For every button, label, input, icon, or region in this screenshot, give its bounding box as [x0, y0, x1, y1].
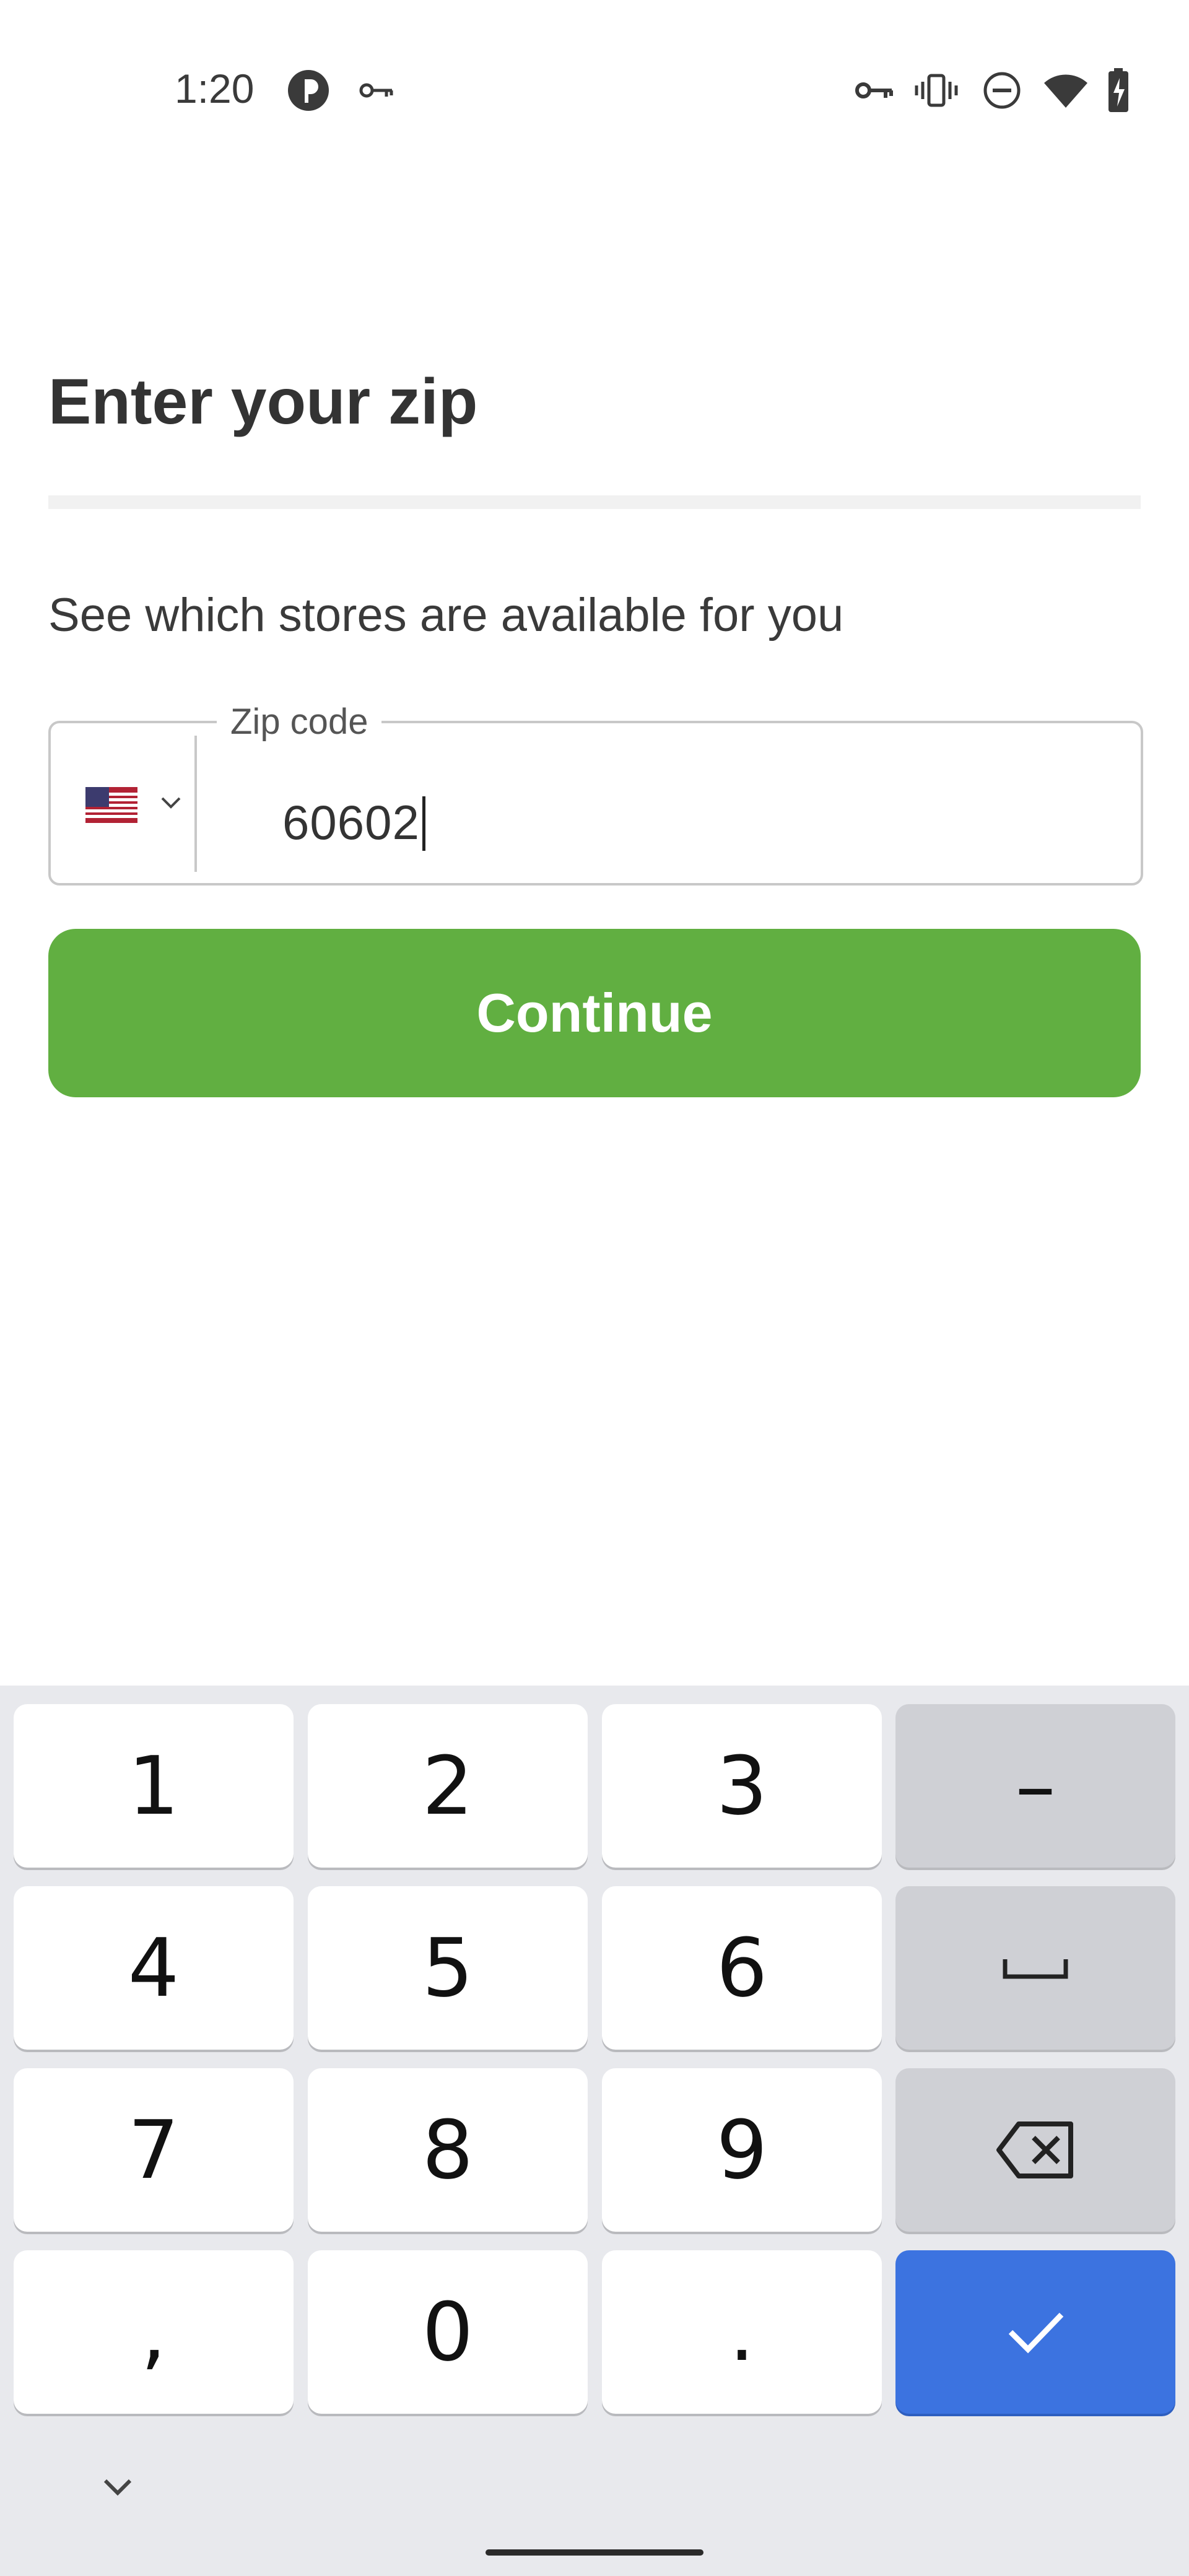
- key-backspace[interactable]: [895, 2068, 1175, 2232]
- key-9[interactable]: 9: [602, 2068, 882, 2232]
- keyboard-hide-icon[interactable]: [93, 2471, 142, 2508]
- text-cursor: [422, 796, 425, 851]
- backspace-icon: [995, 2119, 1076, 2181]
- page-subtitle: See which stores are available for you: [48, 589, 844, 642]
- zip-code-input[interactable]: [282, 793, 1087, 852]
- key-label: 0: [422, 2285, 474, 2379]
- zip-code-field: Zip code: [48, 701, 1143, 886]
- assistant-icon: [286, 68, 331, 116]
- home-indicator[interactable]: [486, 2549, 703, 2556]
- key-5[interactable]: 5: [308, 1886, 588, 2050]
- us-flag-icon: [85, 787, 137, 823]
- status-bar: 1:20: [0, 0, 1189, 186]
- do-not-disturb-icon: [982, 71, 1022, 113]
- vpn-key-icon: [855, 78, 894, 106]
- vibrate-icon: [914, 72, 959, 112]
- key-0[interactable]: 0: [308, 2250, 588, 2414]
- numeric-keyboard: 1 2 3 – 4 5 6 7 8 9, 0.: [0, 1686, 1189, 2576]
- key-label: 1: [128, 1739, 180, 1833]
- key-label: 2: [422, 1739, 474, 1833]
- progress-bar: [48, 495, 1141, 509]
- vpn-key-icon: [359, 80, 394, 103]
- key-6[interactable]: 6: [602, 1886, 882, 2050]
- battery-charging-icon: [1106, 68, 1131, 116]
- key-7[interactable]: 7: [14, 2068, 294, 2232]
- country-picker[interactable]: [51, 723, 197, 883]
- key-done[interactable]: [895, 2250, 1175, 2414]
- key-4[interactable]: 4: [14, 1886, 294, 2050]
- key-period[interactable]: .: [602, 2250, 882, 2414]
- key-label: 9: [716, 2103, 768, 2197]
- wifi-icon: [1043, 72, 1089, 112]
- key-label: 7: [128, 2103, 180, 2197]
- key-3[interactable]: 3: [602, 1704, 882, 1868]
- key-label: .: [729, 2285, 755, 2379]
- key-label: –: [1015, 1739, 1056, 1833]
- key-2[interactable]: 2: [308, 1704, 588, 1868]
- continue-button[interactable]: Continue: [48, 929, 1141, 1097]
- key-comma[interactable]: ,: [14, 2250, 294, 2414]
- space-icon: [1001, 1954, 1069, 1982]
- key-dash[interactable]: –: [895, 1704, 1175, 1868]
- key-label: 6: [716, 1921, 768, 2015]
- key-1[interactable]: 1: [14, 1704, 294, 1868]
- key-label: 8: [422, 2103, 474, 2197]
- key-label: ,: [141, 2285, 167, 2379]
- status-time: 1:20: [175, 66, 255, 111]
- page-title: Enter your zip: [48, 366, 478, 438]
- key-label: 4: [128, 1921, 180, 2015]
- key-label: 3: [716, 1739, 768, 1833]
- chevron-down-icon: [161, 797, 181, 809]
- key-label: 5: [422, 1921, 474, 2015]
- zip-code-label: Zip code: [217, 701, 382, 742]
- key-8[interactable]: 8: [308, 2068, 588, 2232]
- field-divider: [194, 736, 197, 872]
- checkmark-icon: [1004, 2307, 1066, 2357]
- key-space[interactable]: [895, 1886, 1175, 2050]
